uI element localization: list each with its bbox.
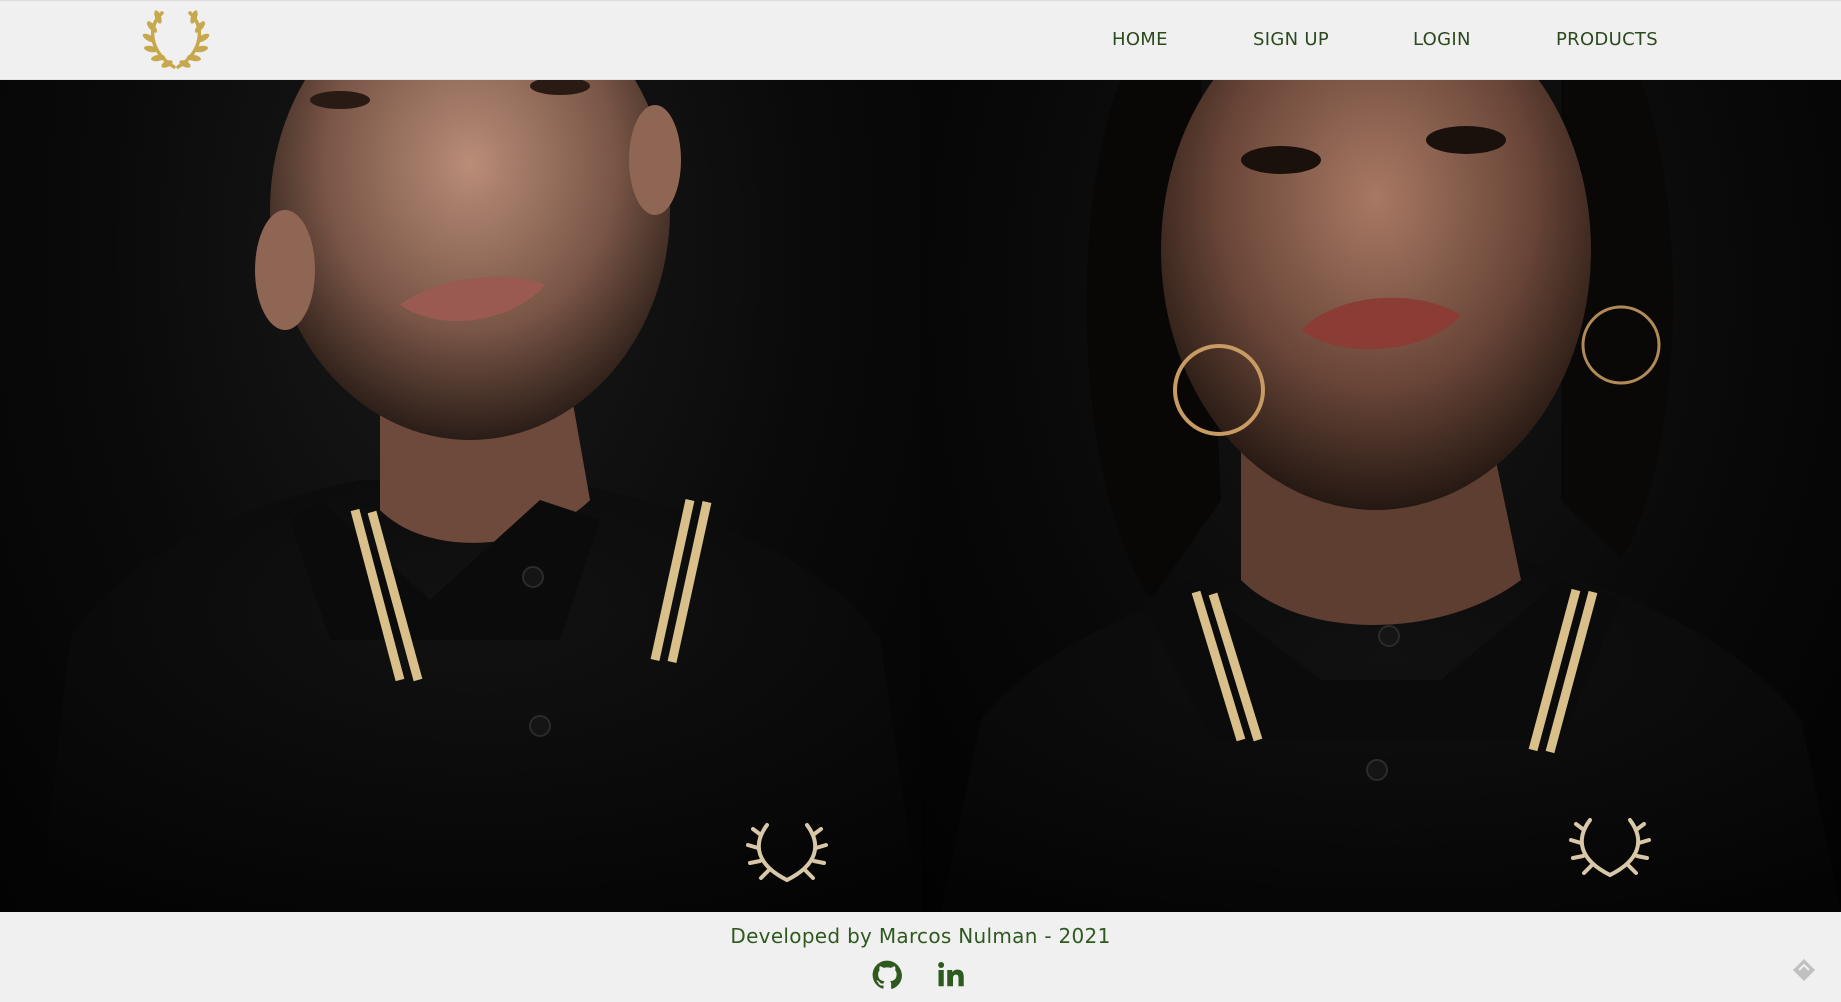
developer-credit: Developed by Marcos Nulman - 2021	[730, 924, 1111, 948]
nav-home-link[interactable]: HOME	[1112, 29, 1168, 50]
nav-signup-link[interactable]: SIGN UP	[1253, 29, 1329, 50]
laurel-wreath-icon[interactable]	[140, 7, 212, 73]
nav-login-link[interactable]: LOGIN	[1413, 29, 1471, 50]
social-links	[872, 960, 966, 990]
tag-icon[interactable]	[1789, 955, 1819, 985]
linkedin-icon[interactable]	[936, 960, 966, 990]
github-icon[interactable]	[872, 960, 902, 990]
woman-in-black-polo-photo	[921, 80, 1841, 912]
site-header: HOME SIGN UP LOGIN PRODUCTS	[0, 0, 1841, 80]
man-in-black-polo-photo	[0, 80, 920, 912]
nav-products-link[interactable]: PRODUCTS	[1556, 29, 1658, 50]
site-footer: Developed by Marcos Nulman - 2021	[0, 912, 1841, 1002]
page: HOME SIGN UP LOGIN PRODUCTS Developed by…	[0, 0, 1841, 1002]
hero-banner	[0, 80, 1841, 912]
